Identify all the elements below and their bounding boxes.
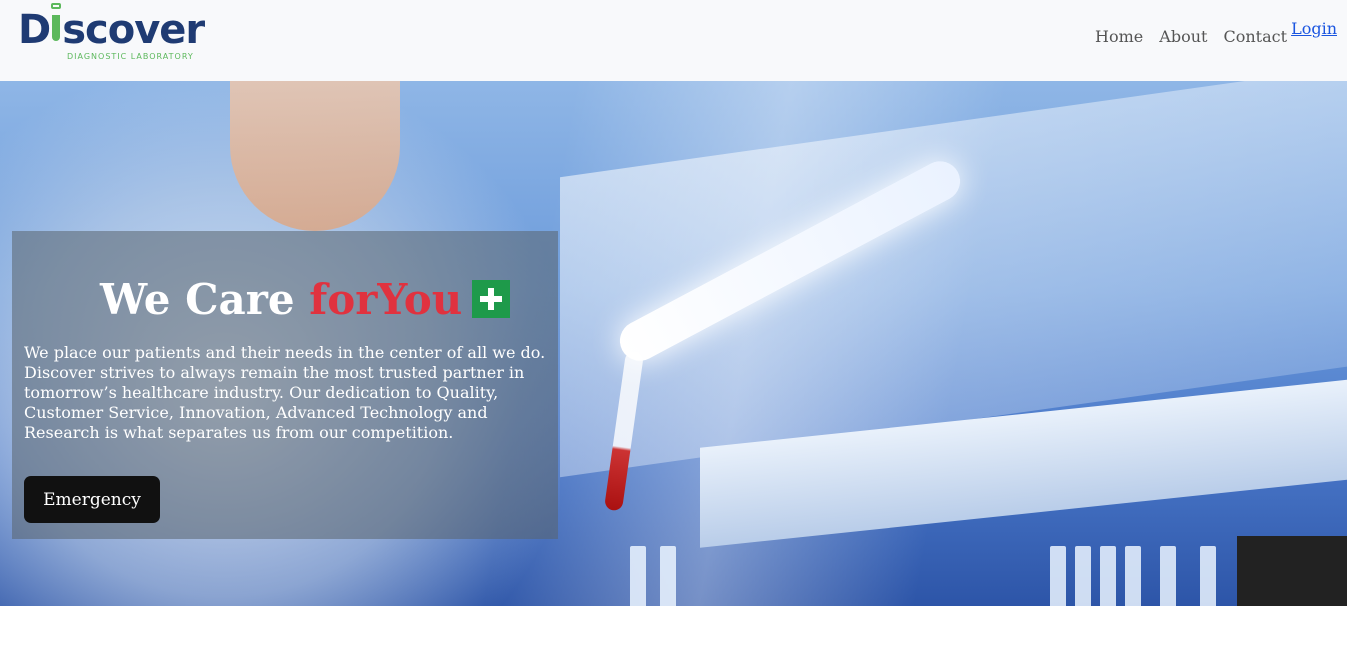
nav-home[interactable]: Home — [1095, 27, 1143, 46]
login-link[interactable]: Login — [1291, 19, 1337, 38]
hero-image-glassware — [630, 546, 646, 606]
emergency-button[interactable]: Emergency — [24, 476, 160, 523]
headline-white: We Care — [100, 275, 310, 324]
logo-word-rest: scover — [62, 7, 205, 53]
hero-headline: We Care forYou — [100, 275, 511, 324]
hero-description: We place our patients and their needs in… — [24, 343, 546, 442]
medical-plus-icon — [472, 280, 511, 318]
logo-letter-d: D — [18, 7, 51, 53]
site-header: Dscover DIAGNOSTIC LABORATORY Home About… — [0, 0, 1347, 81]
logo-wordmark: Dscover — [18, 3, 205, 54]
nav-about[interactable]: About — [1159, 27, 1207, 46]
main-nav: Home About Contact — [1095, 27, 1287, 46]
hero-banner: We Care forYou We place our patients and… — [0, 81, 1347, 606]
hero-image-glassware — [1100, 546, 1116, 606]
nav-contact[interactable]: Contact — [1223, 27, 1287, 46]
hero-image-glassware — [1050, 546, 1066, 606]
hero-image-glassware — [1160, 546, 1176, 606]
hero-text-panel: We Care forYou We place our patients and… — [12, 231, 558, 539]
hero-image-microscope — [1237, 536, 1347, 606]
hero-image-glassware — [1125, 546, 1141, 606]
hero-image-glassware — [1200, 546, 1216, 606]
headline-red: forYou — [309, 275, 463, 324]
hero-image-glassware — [660, 546, 676, 606]
test-tube-icon — [50, 3, 62, 43]
discover-logo[interactable]: Dscover DIAGNOSTIC LABORATORY — [18, 3, 218, 64]
logo-tagline: DIAGNOSTIC LABORATORY — [67, 52, 194, 61]
hero-image-glassware — [1075, 546, 1091, 606]
